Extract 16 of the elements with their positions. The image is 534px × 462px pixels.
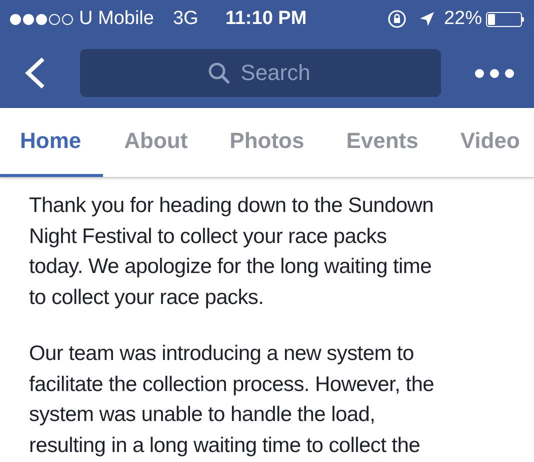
search-field[interactable]: Search — [80, 49, 441, 97]
tab[interactable]: Photos — [208, 107, 326, 177]
post-paragraph: Thank you for heading down to the Sundown Night Festival to collect your race packs today. We apologize for the long waiting time to collect your race packs. — [29, 193, 434, 310]
tab[interactable]: About — [103, 107, 209, 177]
network-type: 3G — [172, 6, 198, 31]
carrier-name: U Mobile — [79, 6, 154, 31]
tab[interactable]: Video — [439, 107, 534, 177]
tab[interactable]: Events — [325, 107, 440, 177]
post-paragraph: Our team was introducing a new system to facilitate the collection process. However, the system was unable to handle the load, resulting in a long waiting time to collect the — [29, 341, 434, 458]
rotation-lock-icon — [386, 9, 407, 29]
battery-percent: 22% — [444, 6, 482, 31]
location-arrow-icon — [418, 11, 435, 27]
status-time: 11:10 PM — [225, 6, 307, 31]
tab[interactable]: Home — [0, 107, 104, 177]
search-icon — [207, 61, 231, 85]
battery-icon — [486, 12, 524, 26]
